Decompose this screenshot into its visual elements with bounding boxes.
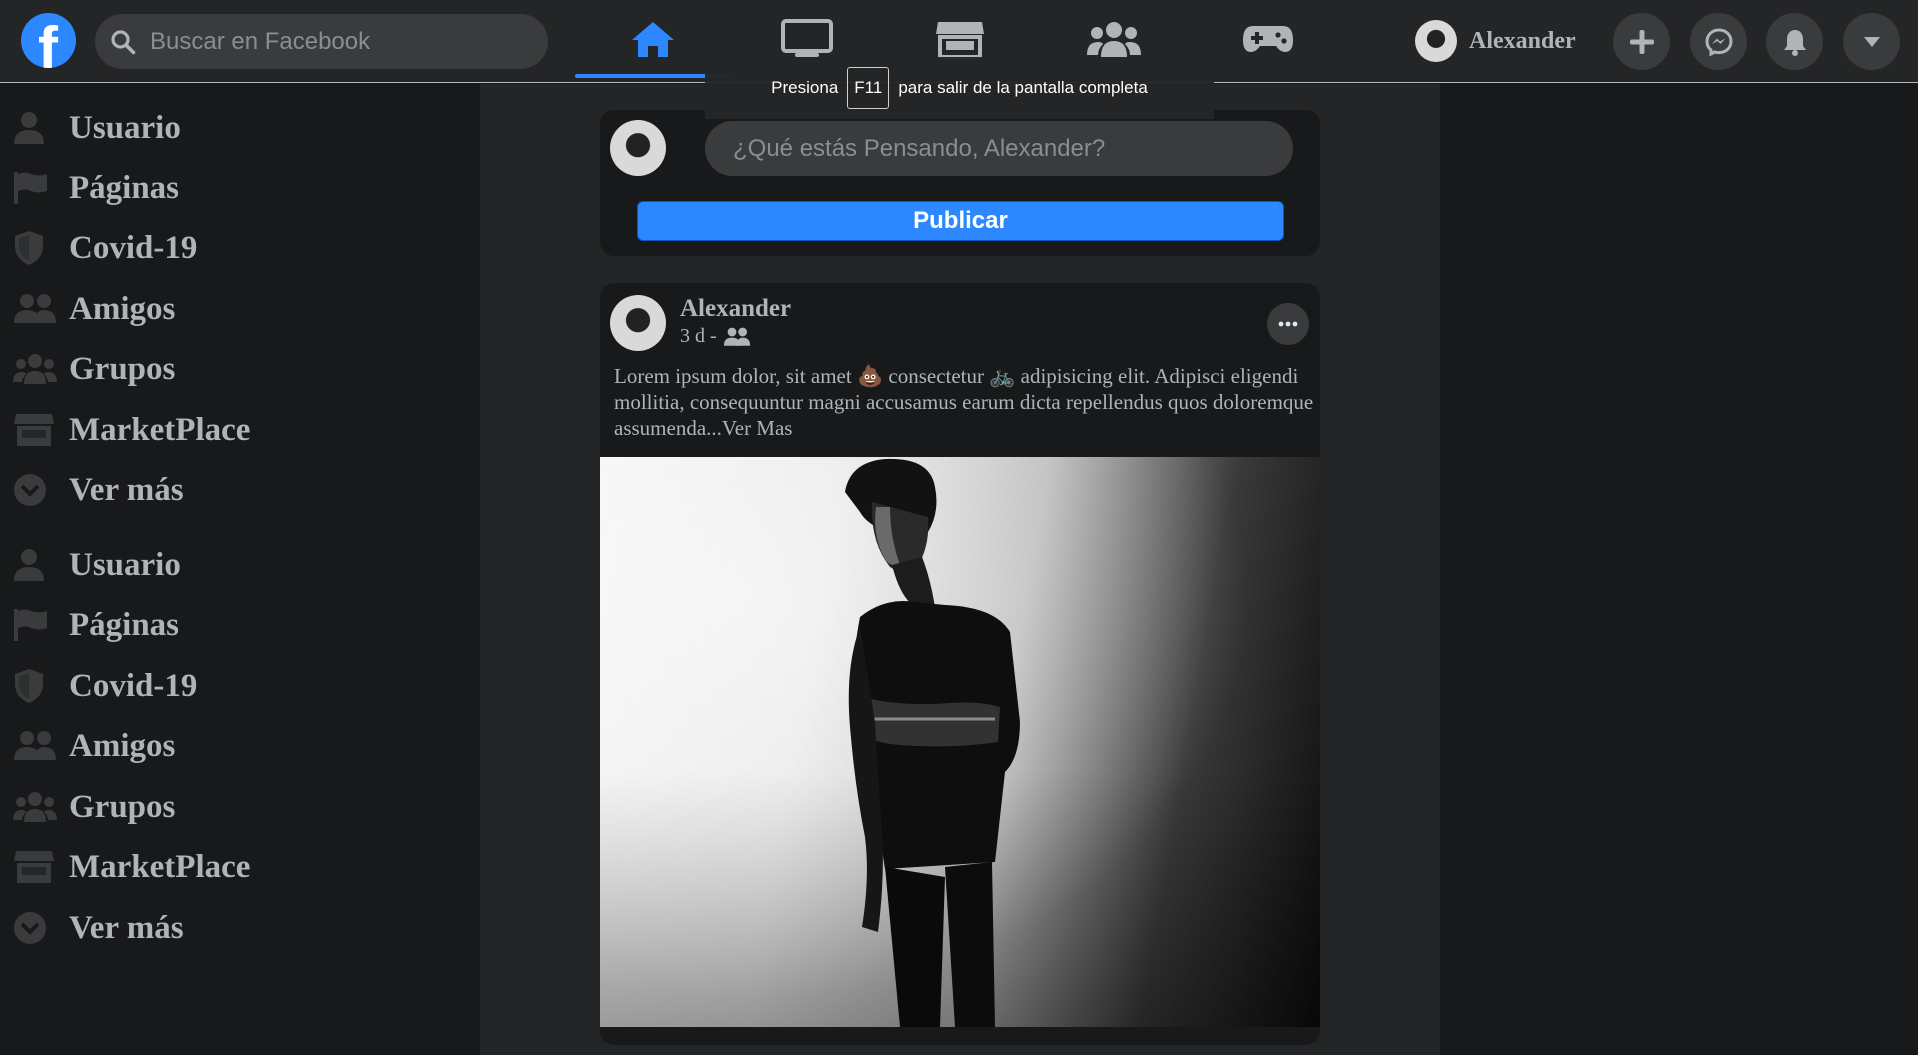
avatar [610, 120, 666, 176]
groups-icon [13, 785, 57, 829]
sidebar-item-label: Amigos [69, 727, 176, 764]
sidebar-item-usuario[interactable]: Usuario [13, 539, 181, 591]
sidebar-item-marketplace[interactable]: MarketPlace [13, 841, 250, 893]
sidebar-item-ver-mas[interactable]: Ver más [13, 464, 184, 516]
friends-icon [13, 287, 57, 331]
avatar [1415, 20, 1457, 62]
search-bar[interactable] [95, 14, 548, 69]
sidebar-item-covid[interactable]: Covid-19 [13, 222, 197, 274]
sidebar-item-label: Covid-19 [69, 229, 198, 266]
post-text: Lorem ipsum dolor, sit amet 💩 consectetu… [614, 363, 1314, 441]
search-input[interactable] [150, 14, 530, 69]
poop-emoji-icon: 💩 [856, 364, 884, 388]
plus-icon [1629, 29, 1654, 54]
post-meta: 3 d - [680, 325, 751, 348]
right-column [1440, 84, 1918, 1055]
chevron-circle-down-icon [13, 468, 57, 512]
create-button[interactable] [1613, 13, 1670, 70]
profile-name: Alexander [1469, 27, 1576, 54]
facebook-logo[interactable]: f [21, 13, 76, 68]
profile-chip[interactable]: Alexander [1415, 18, 1576, 64]
user-icon [13, 543, 57, 587]
sidebar-item-usuario[interactable]: Usuario [13, 102, 181, 154]
shield-icon [13, 226, 57, 270]
bell-icon [1783, 29, 1806, 56]
friends-icon [723, 327, 750, 346]
friends-icon [13, 724, 57, 768]
fullscreen-exit-toast: Presiona F11 para salir de la pantalla c… [705, 57, 1214, 119]
store-icon [13, 845, 57, 889]
sidebar-item-label: Ver más [69, 909, 184, 946]
post-time: 3 d - [680, 325, 717, 347]
sidebar-item-label: MarketPlace [69, 848, 251, 885]
post-card: Alexander 3 d - Lorem ipsum dolor, sit a… [600, 283, 1320, 1045]
sidebar-item-label: MarketPlace [69, 411, 251, 448]
toast-text-after: para salir de la pantalla completa [898, 78, 1148, 97]
messenger-button[interactable] [1690, 13, 1747, 70]
sidebar-item-label: Grupos [69, 788, 176, 825]
post-text-part: consectetur [888, 364, 984, 388]
user-icon [13, 106, 57, 150]
gaming-controller-icon [1242, 26, 1293, 52]
post-photo[interactable] [600, 457, 1320, 1027]
watch-tv-icon [780, 19, 833, 57]
search-icon [111, 30, 136, 55]
sidebar-item-paginas[interactable]: Páginas [13, 162, 179, 214]
messenger-icon [1704, 27, 1733, 56]
post-composer: Publicar [600, 110, 1320, 256]
avatar[interactable] [610, 295, 666, 351]
chevron-circle-down-icon [13, 906, 57, 950]
groups-icon [1086, 22, 1141, 57]
publish-button[interactable]: Publicar [637, 201, 1284, 241]
notifications-button[interactable] [1766, 13, 1823, 70]
post-author[interactable]: Alexander [680, 295, 791, 323]
sidebar-item-label: Páginas [69, 169, 180, 206]
shield-icon [13, 664, 57, 708]
groups-icon [13, 347, 57, 391]
sidebar-item-grupos[interactable]: Grupos [13, 343, 175, 395]
composer-input[interactable] [705, 121, 1293, 176]
bicycle-emoji-icon: 🚲 [989, 364, 1016, 388]
post-options-button[interactable] [1267, 303, 1309, 345]
sidebar-item-label: Usuario [69, 109, 181, 146]
left-sidebar: Usuario Páginas Covid-19 Amigos Grupos M… [0, 84, 480, 1055]
toast-text-before: Presiona [771, 78, 839, 97]
home-icon [631, 22, 674, 57]
sidebar-item-ver-mas[interactable]: Ver más [13, 902, 184, 954]
caret-down-icon [1863, 36, 1880, 47]
person-silhouette [600, 457, 1320, 1027]
post-text-part: Lorem ipsum dolor, sit amet [614, 364, 852, 388]
sidebar-item-label: Páginas [69, 606, 180, 643]
flag-icon [13, 166, 57, 210]
sidebar-item-covid[interactable]: Covid-19 [13, 660, 197, 712]
marketplace-store-icon [935, 22, 984, 59]
toast-key: F11 [847, 67, 890, 109]
account-menu-button[interactable] [1843, 13, 1900, 70]
flag-icon [13, 603, 57, 647]
sidebar-item-amigos[interactable]: Amigos [13, 720, 175, 772]
sidebar-item-label: Amigos [69, 290, 176, 327]
sidebar-item-label: Usuario [69, 546, 181, 583]
sidebar-item-marketplace[interactable]: MarketPlace [13, 404, 250, 456]
see-more-link[interactable]: Ver Mas [722, 416, 793, 440]
sidebar-item-label: Ver más [69, 471, 184, 508]
sidebar-item-amigos[interactable]: Amigos [13, 283, 175, 335]
sidebar-item-label: Grupos [69, 350, 176, 387]
more-dots-icon [1278, 321, 1298, 327]
sidebar-item-paginas[interactable]: Páginas [13, 599, 179, 651]
store-icon [13, 408, 57, 452]
sidebar-item-label: Covid-19 [69, 667, 198, 704]
logo-letter: f [38, 15, 58, 68]
sidebar-item-grupos[interactable]: Grupos [13, 781, 175, 833]
